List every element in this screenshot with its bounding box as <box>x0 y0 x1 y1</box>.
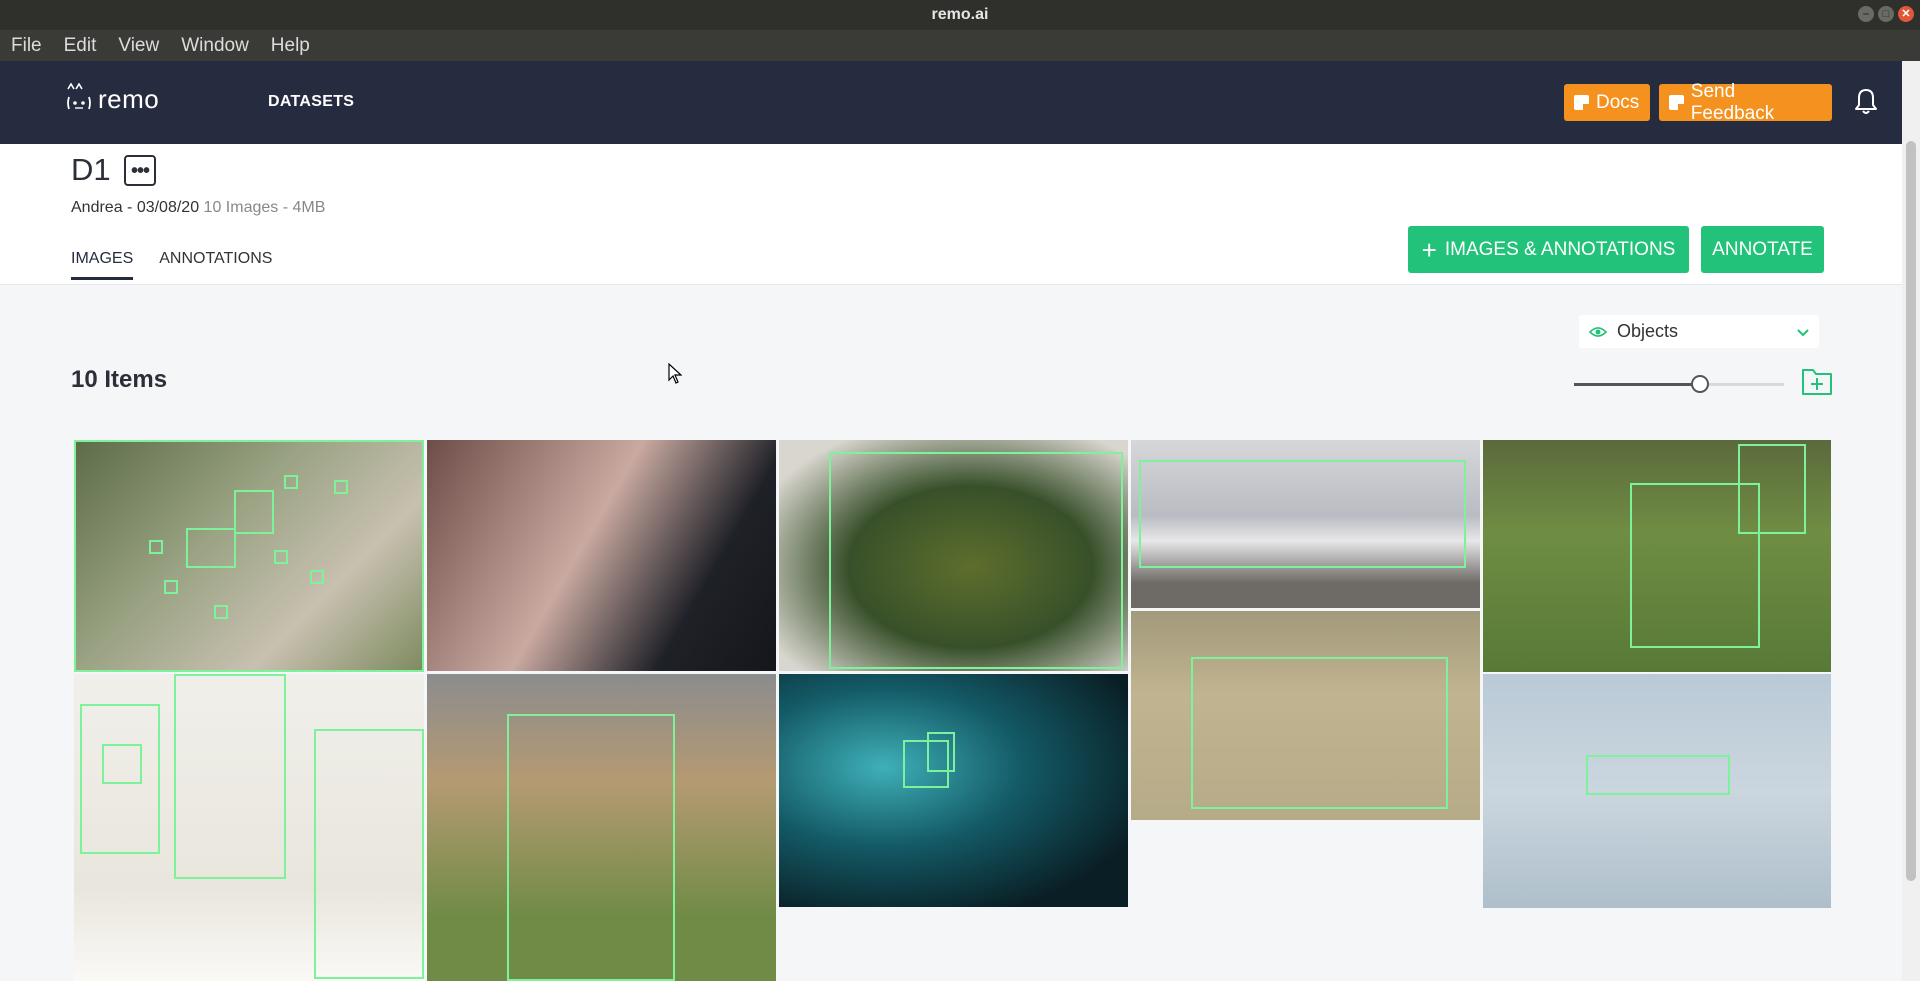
app-navbar: remo DATASETS Docs Send Feedback <box>0 61 1902 144</box>
annotation-box <box>74 440 424 672</box>
tab-annotations[interactable]: ANNOTATIONS <box>159 250 272 280</box>
nav-datasets-link[interactable]: DATASETS <box>268 93 354 111</box>
docs-label: Docs <box>1596 91 1640 113</box>
docs-button[interactable]: Docs <box>1564 84 1650 121</box>
chevron-down-icon <box>1797 328 1809 336</box>
dataset-tabs: IMAGES ANNOTATIONS <box>71 250 272 280</box>
annotation-box <box>927 732 955 772</box>
gallery-image[interactable] <box>74 674 424 981</box>
page-scrollbar[interactable] <box>1902 61 1920 981</box>
tab-images[interactable]: IMAGES <box>71 250 134 280</box>
feedback-label: Send Feedback <box>1690 80 1775 124</box>
annotation-box <box>186 528 236 568</box>
annotation-box <box>1586 755 1730 795</box>
annotation-box <box>149 540 163 554</box>
docs-icon <box>1574 95 1589 110</box>
plus-icon: + <box>1421 234 1437 265</box>
menu-help[interactable]: Help <box>260 35 321 57</box>
annotation-box <box>314 729 424 979</box>
dataset-title: D1 <box>71 152 111 187</box>
maximize-icon[interactable]: □ <box>1878 6 1894 22</box>
annotation-box <box>174 674 286 879</box>
gallery-image[interactable] <box>1483 674 1831 908</box>
dataset-stats: 10 Images - 4MB <box>203 199 326 216</box>
dataset-meta: Andrea - 03/08/20 10 Images - 4MB <box>71 199 325 217</box>
window-title: remo.ai <box>931 6 989 23</box>
dataset-header: D1 ••• Andrea - 03/08/20 10 Images - 4MB… <box>0 144 1902 285</box>
annotate-button[interactable]: ANNOTATE <box>1701 226 1824 273</box>
remo-logo[interactable]: remo <box>64 83 159 115</box>
view-select-dropdown[interactable]: Objects <box>1579 315 1819 348</box>
add-images-annotations-label: IMAGES & ANNOTATIONS <box>1444 238 1676 260</box>
add-images-annotations-button[interactable]: + IMAGES & ANNOTATIONS <box>1408 226 1689 273</box>
add-folder-icon[interactable] <box>1801 366 1833 396</box>
zoom-slider[interactable] <box>1574 375 1784 393</box>
send-feedback-button[interactable]: Send Feedback <box>1659 81 1832 124</box>
menu-view[interactable]: View <box>107 35 170 57</box>
gallery-image[interactable] <box>427 674 776 981</box>
annotation-box <box>1738 444 1806 534</box>
close-icon[interactable]: ✕ <box>1898 6 1914 22</box>
annotation-box <box>507 714 675 981</box>
annotation-box <box>310 570 324 584</box>
window-titlebar: remo.ai – □ ✕ <box>0 0 1920 30</box>
gallery-image[interactable] <box>1483 440 1831 672</box>
mouse-cursor-icon <box>668 363 682 384</box>
annotation-box <box>102 744 142 784</box>
menu-edit[interactable]: Edit <box>53 35 108 57</box>
menu-window[interactable]: Window <box>170 35 260 57</box>
gallery-image[interactable] <box>1131 440 1480 608</box>
gallery-image[interactable] <box>779 440 1128 671</box>
remo-logo-icon <box>67 83 91 110</box>
minimize-icon[interactable]: – <box>1858 6 1874 22</box>
dataset-owner-date: Andrea - 03/08/20 <box>71 199 200 216</box>
annotation-box <box>284 475 298 489</box>
annotation-box <box>274 550 288 564</box>
gallery-image[interactable] <box>779 674 1128 907</box>
feedback-icon <box>1669 95 1684 110</box>
bell-icon[interactable] <box>1854 87 1878 115</box>
gallery-image[interactable] <box>74 440 424 672</box>
zoom-slider-fill <box>1574 383 1700 386</box>
annotation-box <box>164 580 178 594</box>
window-controls: – □ ✕ <box>1858 6 1914 22</box>
annotation-box <box>214 605 228 619</box>
eye-icon <box>1589 326 1607 337</box>
scrollbar-thumb[interactable] <box>1906 141 1916 881</box>
dataset-more-button[interactable]: ••• <box>124 155 156 186</box>
annotation-box <box>1139 460 1466 568</box>
items-count: 10 Items <box>71 366 168 393</box>
annotation-box <box>334 480 348 494</box>
view-select-value: Objects <box>1617 321 1679 341</box>
menu-file[interactable]: File <box>0 35 53 57</box>
gallery-image[interactable] <box>1131 611 1480 820</box>
gallery-image[interactable] <box>427 440 776 671</box>
annotation-box <box>234 490 274 534</box>
logo-text: remo <box>98 83 160 114</box>
menu-bar: File Edit View Window Help <box>0 30 1920 61</box>
annotation-box <box>1191 657 1448 809</box>
annotation-box <box>829 452 1123 669</box>
zoom-slider-thumb[interactable] <box>1691 375 1709 393</box>
